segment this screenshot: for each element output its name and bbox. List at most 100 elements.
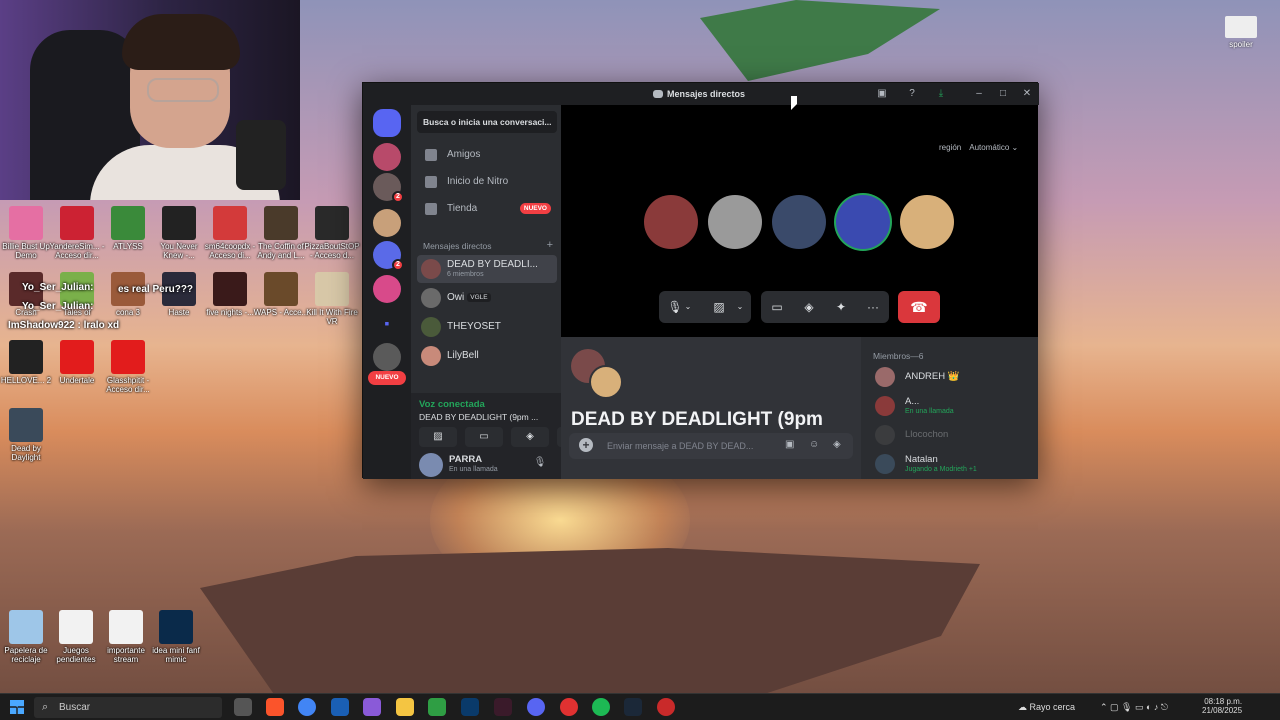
dm-item[interactable]: LilyBell — [417, 342, 557, 370]
app-icon[interactable] — [494, 698, 512, 716]
add-dm-icon[interactable]: + — [547, 239, 553, 251]
file-explorer-icon[interactable] — [396, 698, 414, 716]
search-input[interactable]: Busca o inicia una conversaci... — [417, 111, 557, 133]
help-icon[interactable]: ? — [905, 87, 919, 101]
nav-friends[interactable]: Amigos — [417, 143, 557, 167]
desktop-icon[interactable]: Dead by Daylight — [0, 408, 54, 462]
vegas-icon[interactable] — [331, 698, 349, 716]
store-icon[interactable] — [428, 698, 446, 716]
desktop-icon[interactable]: Papelera de reciclaje — [0, 610, 54, 664]
windows-start-icon[interactable] — [10, 700, 24, 714]
participant-avatar[interactable] — [772, 195, 826, 249]
participant-avatar[interactable] — [644, 195, 698, 249]
close-button[interactable]: ✕ — [1020, 87, 1034, 101]
discord-window: Mensajes directos ▣ ? ⤓ – □ ✕ 2 2 ▪ NUEV… — [362, 82, 1039, 479]
minimize-button[interactable]: – — [972, 87, 986, 101]
desktop-icon[interactable]: idea mini fanf mimic — [148, 610, 204, 664]
plus-icon[interactable]: + — [579, 438, 593, 452]
desktop-icon-label: sm64coopdx - Acceso di... — [204, 242, 256, 260]
avatar[interactable] — [419, 453, 443, 477]
copilot-icon[interactable] — [363, 698, 381, 716]
chevron-down-icon[interactable]: ⌄ — [729, 291, 751, 323]
server-icon[interactable]: 2 — [373, 173, 404, 203]
taskbar-search[interactable]: ⌕ Buscar — [34, 697, 222, 718]
desktop-icon[interactable]: You Never Knew -... — [151, 206, 207, 260]
nav-nitro[interactable]: Inicio de Nitro — [417, 170, 557, 194]
more-options-button[interactable]: ··· — [857, 291, 889, 323]
desktop-icon[interactable]: HELLOVE... 2 — [0, 340, 54, 385]
inbox-icon[interactable]: ▣ — [875, 87, 889, 101]
desktop-icon[interactable]: sm64coopdx - Acceso di... — [202, 206, 258, 260]
hang-up-button[interactable]: ☎ — [898, 291, 940, 323]
emoji-icon[interactable]: ☺ — [809, 439, 819, 450]
image-file-icon — [1225, 16, 1257, 38]
region-selector[interactable]: región Automático ⌄ — [939, 143, 1018, 152]
opera-gx-icon[interactable] — [560, 698, 578, 716]
download-icon[interactable]: ⤓ — [934, 87, 948, 101]
server-icon[interactable] — [373, 209, 401, 237]
chevron-down-icon[interactable]: ⌄ — [677, 291, 699, 323]
server-icon[interactable] — [373, 143, 401, 171]
discord-taskbar-icon[interactable] — [527, 698, 545, 716]
task-view-icon[interactable] — [234, 698, 252, 716]
voice-channel[interactable]: DEAD BY DEADLIGHT (9pm ... — [419, 412, 538, 422]
chat-title: DEAD BY DEADLIGHT (9pm — [571, 409, 823, 430]
brave-browser-icon[interactable] — [266, 698, 284, 716]
desktop-icon[interactable]: Undertale — [49, 340, 105, 385]
screen-share-button[interactable]: ▭ — [465, 427, 503, 447]
desktop-icon-spoiler[interactable]: spoiler — [1224, 16, 1258, 49]
desktop-icon[interactable]: importante stream — [98, 610, 154, 664]
participant-avatar[interactable] — [836, 195, 890, 249]
desktop-icon[interactable]: Billie Bust Up Demo — [0, 206, 54, 260]
steam-icon[interactable] — [624, 698, 642, 716]
weather-widget[interactable]: ☁ Rayo cerca — [1018, 702, 1075, 713]
member-item[interactable]: A... En una llamada — [875, 394, 1035, 418]
member-item[interactable]: Natalan Jugando a Modrieth +1 — [875, 452, 1035, 476]
participant-avatar[interactable] — [708, 195, 762, 249]
desktop-icon[interactable]: The Coffin of Andy and L... — [253, 206, 309, 260]
app-icon — [9, 340, 43, 374]
dm-name: THEYOSET — [447, 321, 547, 332]
server-icon[interactable]: 2 — [373, 241, 404, 271]
desktop-icon[interactable]: ATLYSS — [100, 206, 156, 251]
clock[interactable]: 08:18 p.m. 21/08/2025 — [1202, 697, 1242, 715]
tray-icons[interactable]: ⌃ ▢ 🎙 ▭ ◐ ♪ ⎋ — [1100, 702, 1168, 713]
server-icon[interactable] — [373, 343, 401, 371]
photoshop-icon[interactable] — [461, 698, 479, 716]
activity-button[interactable]: ◈ — [511, 427, 549, 447]
desktop-icon[interactable]: WAPS - Acce... — [253, 272, 309, 317]
window-titlebar[interactable]: Mensajes directos ▣ ? ⤓ – □ ✕ — [363, 83, 1039, 105]
dm-item[interactable]: Owi VGLE — [417, 284, 557, 312]
participant-avatar[interactable] — [900, 195, 954, 249]
member-item[interactable]: Llocochon — [875, 423, 1035, 447]
desktop-icon-label: You Never Knew -... — [160, 242, 198, 260]
nav-shop[interactable]: Tienda NUEVO — [417, 197, 557, 221]
desktop-icon[interactable]: YandereSim... - Acceso dir... — [49, 206, 105, 260]
mic-icon[interactable]: 🎙 — [533, 457, 547, 471]
desktop-icon[interactable]: PizzaBoutStOP - Acceso d... — [304, 206, 360, 260]
activity-button[interactable]: ◈ — [793, 291, 825, 323]
screen-share-button[interactable]: ▭ — [761, 291, 793, 323]
desktop-icon[interactable]: five nights -... — [202, 272, 258, 317]
message-input[interactable]: + Enviar mensaje a DEAD BY DEAD... ▣ ☺ ◈ — [569, 433, 853, 459]
dm-item[interactable]: THEYOSET — [417, 313, 557, 341]
obs-icon[interactable] — [657, 698, 675, 716]
member-item[interactable]: ANDREH 👑 — [875, 365, 1035, 389]
dm-item[interactable]: DEAD BY DEADLI... 6 miembros — [417, 255, 557, 283]
desktop-icon[interactable]: Kill It With Fire VR — [304, 272, 360, 326]
desktop-icon-label: WAPS - Acce... — [253, 308, 309, 317]
video-off-button[interactable]: ▨ — [419, 427, 457, 447]
gamepad-icon[interactable]: ◈ — [833, 439, 841, 450]
app-icon — [159, 610, 193, 644]
soundboard-button[interactable]: ✦ — [825, 291, 857, 323]
discord-home-icon[interactable] — [373, 109, 401, 137]
server-icon[interactable] — [373, 275, 401, 303]
spotify-icon[interactable] — [592, 698, 610, 716]
desktop-icon[interactable]: Juegos pendientes — [48, 610, 104, 664]
maximize-button[interactable]: □ — [996, 87, 1010, 101]
dm-name: LilyBell — [447, 350, 547, 361]
folder-icon[interactable]: ▪ — [373, 309, 401, 337]
desktop-icon[interactable]: Glasshpitit - Acceso dir... — [100, 340, 156, 394]
chrome-icon[interactable] — [298, 698, 316, 716]
gift-icon[interactable]: ▣ — [785, 439, 794, 450]
